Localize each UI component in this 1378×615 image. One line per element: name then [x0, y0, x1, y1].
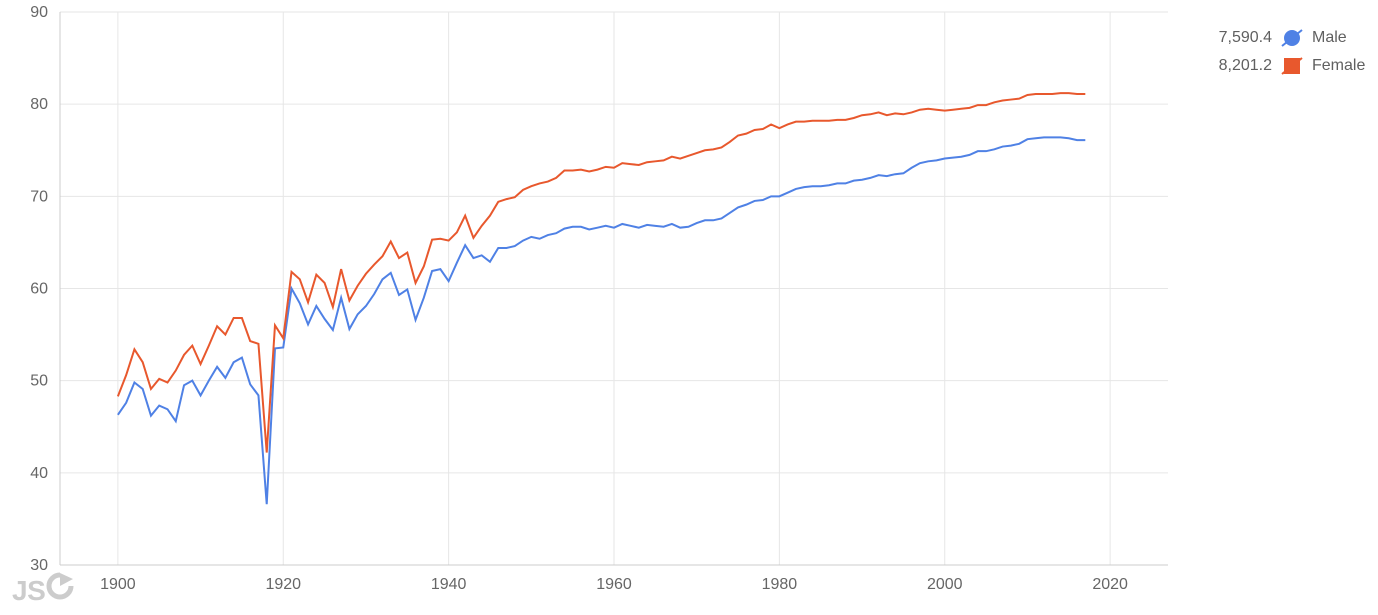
- legend-item-female[interactable]: 8,201.2 Female: [1206, 52, 1366, 80]
- x-tick-label: 1960: [596, 576, 632, 593]
- y-tick-label: 90: [30, 4, 48, 21]
- y-tick-label: 70: [30, 188, 48, 205]
- legend-name-female: Female: [1312, 57, 1366, 75]
- x-tick-label: 1940: [431, 576, 467, 593]
- legend-name-male: Male: [1312, 29, 1366, 47]
- x-tick-label: 1900: [100, 576, 136, 593]
- series-line-male[interactable]: [118, 137, 1085, 504]
- x-tick-label: 1980: [762, 576, 798, 593]
- x-tick-label: 1920: [265, 576, 301, 593]
- watermark-logo: JS: [12, 572, 74, 607]
- male-marker-icon: [1280, 26, 1304, 50]
- legend-value-female: 8,201.2: [1206, 57, 1272, 75]
- line-chart[interactable]: 3040506070809019001920194019601980200020…: [0, 0, 1378, 615]
- female-marker-icon: [1280, 54, 1304, 78]
- watermark-icon: [46, 572, 74, 607]
- x-tick-label: 2000: [927, 576, 963, 593]
- legend: 7,590.4 Male 8,201.2 Female: [1206, 24, 1366, 80]
- y-tick-label: 60: [30, 281, 48, 298]
- y-tick-label: 40: [30, 465, 48, 482]
- y-tick-label: 80: [30, 96, 48, 113]
- chart-container: 3040506070809019001920194019601980200020…: [0, 0, 1378, 615]
- legend-value-male: 7,590.4: [1206, 29, 1272, 47]
- legend-item-male[interactable]: 7,590.4 Male: [1206, 24, 1366, 52]
- y-tick-label: 50: [30, 373, 48, 390]
- series-line-female[interactable]: [118, 93, 1085, 452]
- watermark-text: JS: [12, 575, 45, 607]
- x-tick-label: 2020: [1092, 576, 1128, 593]
